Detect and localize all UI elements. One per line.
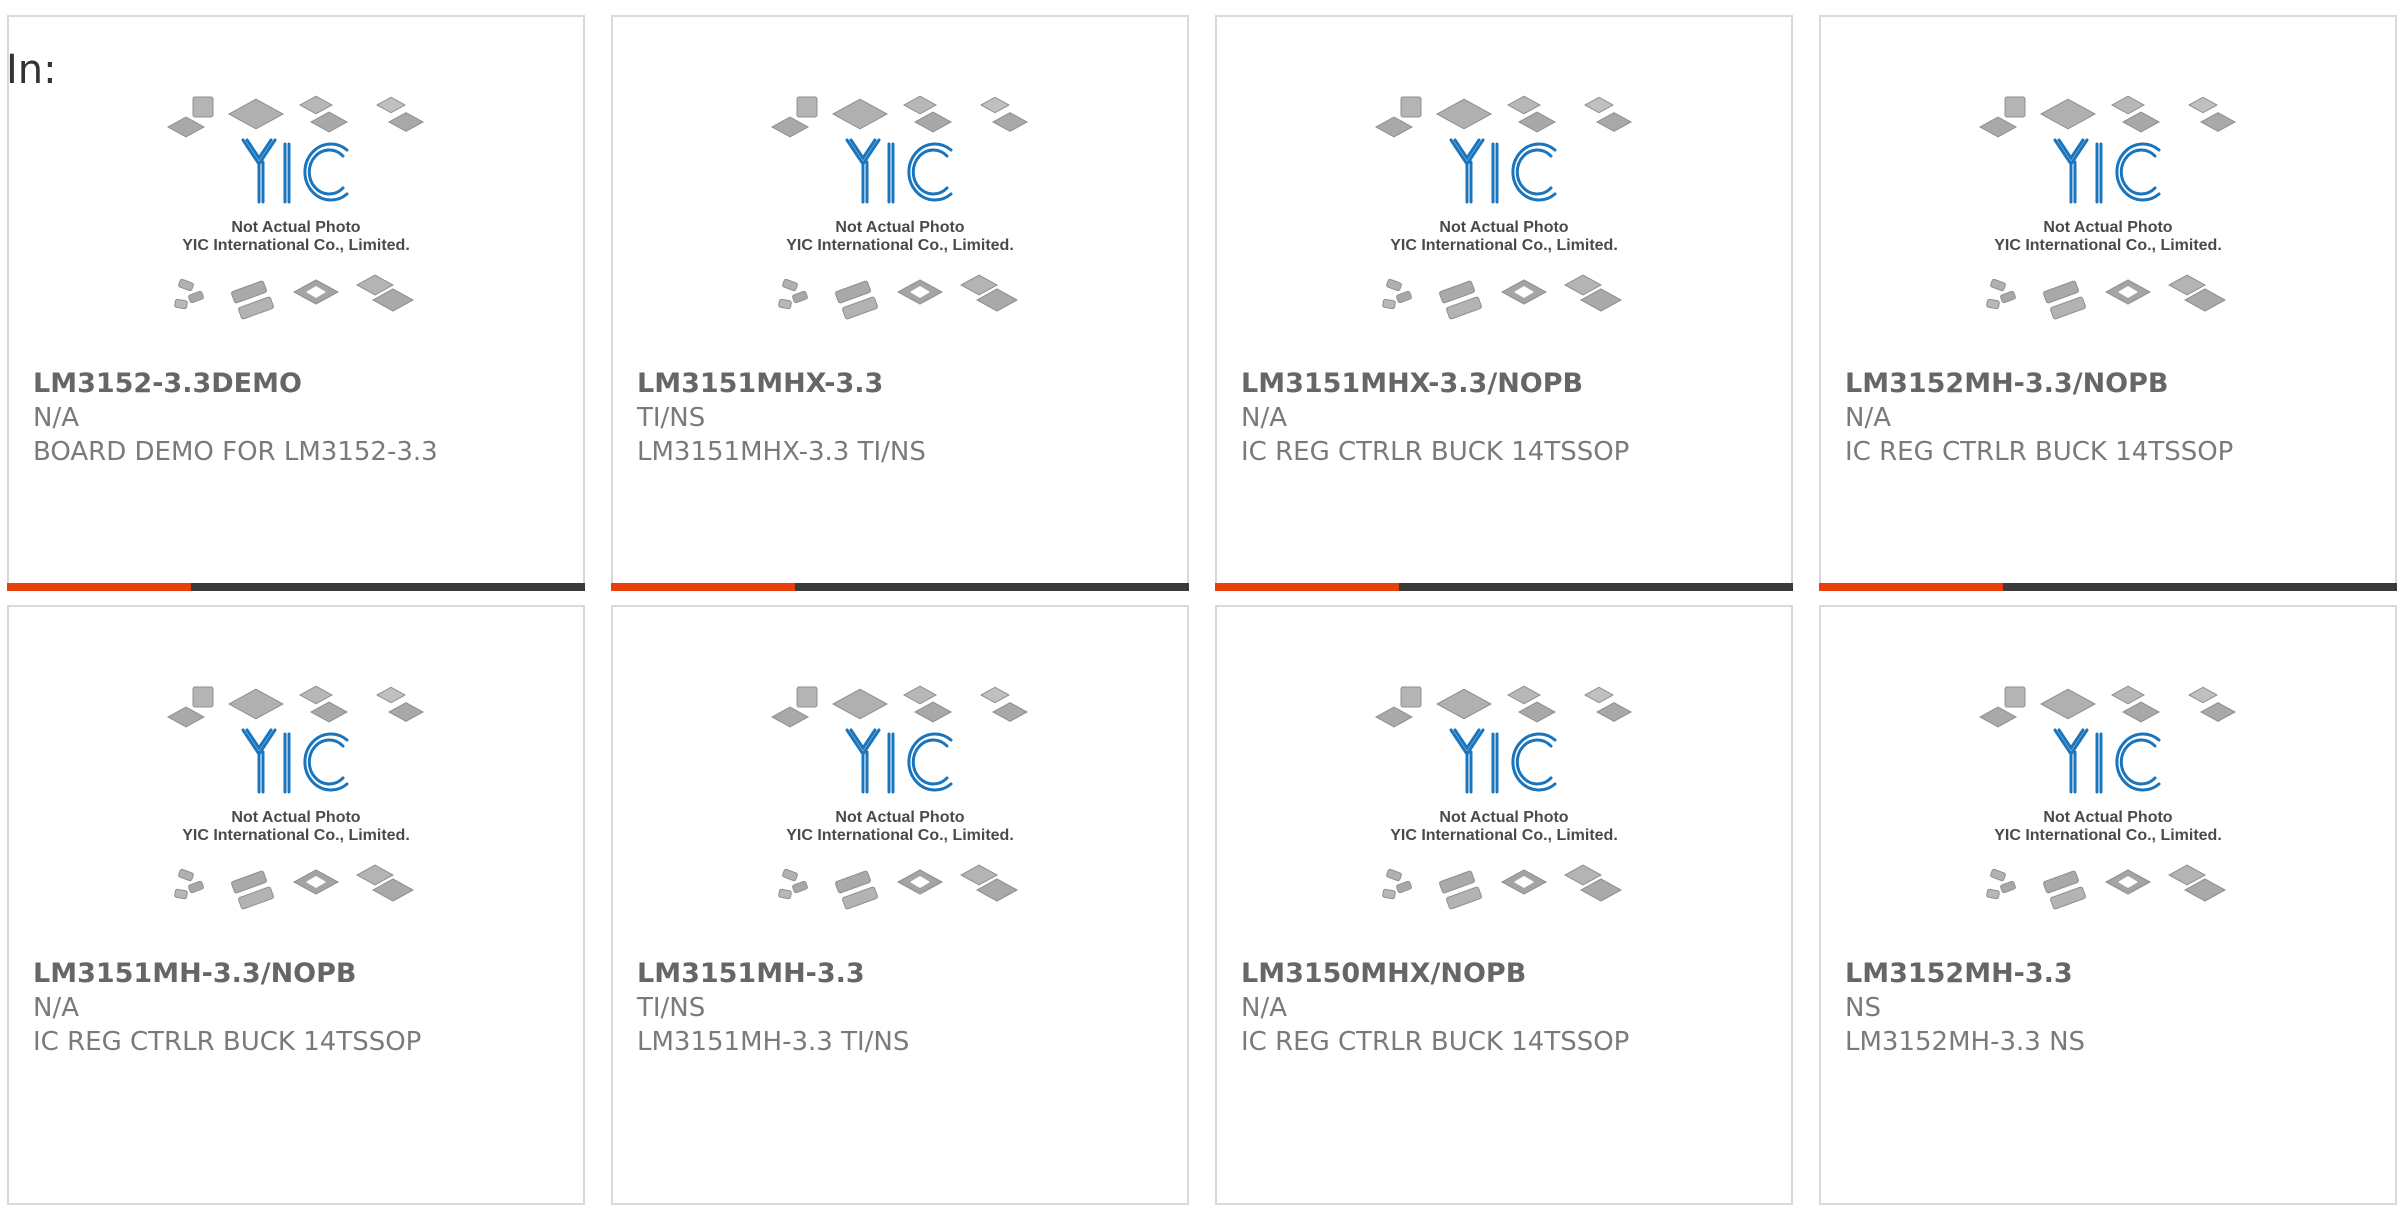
product-description: LM3151MHX-3.3 TI/NS xyxy=(637,437,926,467)
card-bottom-bar xyxy=(1819,583,2397,591)
not-actual-photo-image: YIC Not Actual PhotoYIC International Co.… xyxy=(1374,95,1633,320)
product-description: IC REG CTRLR BUCK 14TSSOP xyxy=(1241,1027,1630,1057)
thumbnail-logo-text: YIC xyxy=(1502,766,1506,768)
product-description: BOARD DEMO FOR LM3152-3.3 xyxy=(33,437,438,467)
thumbnail-line1: Not Actual Photo xyxy=(231,809,360,826)
thumbnail-line1: Not Actual Photo xyxy=(2043,809,2172,826)
product-card[interactable]: YIC Not Actual Photo YIC International Co.… xyxy=(7,15,585,591)
product-card[interactable]: YIC Not Actual Photo YIC International Co.… xyxy=(1215,605,1793,1205)
product-manufacturer: N/A xyxy=(1241,993,1287,1023)
thumbnail-line1: Not Actual Photo xyxy=(231,219,360,236)
card-bar-accent xyxy=(1819,583,2003,591)
thumbnail-line1: Not Actual Photo xyxy=(2043,219,2172,236)
product-thumbnail[interactable]: YIC Not Actual Photo YIC International Co.… xyxy=(9,682,583,952)
product-card[interactable]: YIC Not Actual Photo YIC International Co.… xyxy=(1819,605,2397,1205)
product-thumbnail[interactable]: YIC Not Actual Photo YIC International Co.… xyxy=(1821,92,2395,362)
thumbnail-line2: YIC International Co., Limited. xyxy=(182,237,410,254)
product-description: IC REG CTRLR BUCK 14TSSOP xyxy=(1845,437,2234,467)
thumbnail-line2: YIC International Co., Limited. xyxy=(786,827,1014,844)
thumbnail-line2: YIC International Co., Limited. xyxy=(1994,237,2222,254)
card-bottom-bar xyxy=(1215,583,1793,591)
product-card[interactable]: YIC Not Actual Photo YIC International Co.… xyxy=(7,605,585,1205)
product-description: IC REG CTRLR BUCK 14TSSOP xyxy=(1241,437,1630,467)
thumbnail-line1: Not Actual Photo xyxy=(835,219,964,236)
product-card[interactable]: YIC Not Actual Photo YIC International Co.… xyxy=(1819,15,2397,591)
product-part-number[interactable]: LM3151MHX-3.3/NOPB xyxy=(1241,367,1781,401)
product-manufacturer: N/A xyxy=(1845,403,1891,433)
product-description: LM3151MH-3.3 TI/NS xyxy=(637,1027,910,1057)
thumbnail-logo-text: YIC xyxy=(294,766,298,768)
product-part-number[interactable]: LM3151MH-3.3/NOPB xyxy=(33,957,573,991)
card-bar-accent xyxy=(1215,583,1399,591)
thumbnail-line2: YIC International Co., Limited. xyxy=(1994,827,2222,844)
product-manufacturer: TI/NS xyxy=(637,403,706,433)
product-thumbnail[interactable]: YIC Not Actual Photo YIC International Co.… xyxy=(1217,92,1791,362)
card-bar-accent xyxy=(611,583,795,591)
product-thumbnail[interactable]: YIC Not Actual Photo YIC International Co.… xyxy=(613,682,1187,952)
product-manufacturer: TI/NS xyxy=(637,993,706,1023)
not-actual-photo-image: YIC Not Actual PhotoYIC International Co.… xyxy=(1374,685,1633,910)
not-actual-photo-image: YIC Not Actual PhotoYIC International Co.… xyxy=(1978,95,2237,320)
thumbnail-logo-text: YIC xyxy=(1502,176,1506,178)
product-part-number[interactable]: LM3152MH-3.3 xyxy=(1845,957,2385,991)
product-part-number[interactable]: LM3152-3.3DEMO xyxy=(33,367,573,401)
product-thumbnail[interactable]: YIC Not Actual Photo YIC International Co.… xyxy=(613,92,1187,362)
product-part-number[interactable]: LM3151MH-3.3 xyxy=(637,957,1177,991)
not-actual-photo-image: YIC Not Actual PhotoYIC International Co.… xyxy=(1978,685,2237,910)
product-description: IC REG CTRLR BUCK 14TSSOP xyxy=(33,1027,422,1057)
thumbnail-line2: YIC International Co., Limited. xyxy=(1390,237,1618,254)
product-thumbnail[interactable]: YIC Not Actual Photo YIC International Co.… xyxy=(1821,682,2395,952)
thumbnail-logo-text: YIC xyxy=(898,766,902,768)
card-bottom-bar xyxy=(611,583,1189,591)
thumbnail-line2: YIC International Co., Limited. xyxy=(182,827,410,844)
product-part-number[interactable]: LM3152MH-3.3/NOPB xyxy=(1845,367,2385,401)
thumbnail-logo-text: YIC xyxy=(898,176,902,178)
thumbnail-logo-text: YIC xyxy=(294,176,298,178)
product-card[interactable]: YIC Not Actual Photo YIC International Co.… xyxy=(611,605,1189,1205)
thumbnail-line2: YIC International Co., Limited. xyxy=(1390,827,1618,844)
thumbnail-line1: Not Actual Photo xyxy=(1439,809,1568,826)
thumbnail-line1: Not Actual Photo xyxy=(835,809,964,826)
product-part-number[interactable]: LM3150MHX/NOPB xyxy=(1241,957,1781,991)
thumbnail-line1: Not Actual Photo xyxy=(1439,219,1568,236)
thumbnail-logo-text: YIC xyxy=(2106,766,2110,768)
product-part-number[interactable]: LM3151MHX-3.3 xyxy=(637,367,1177,401)
not-actual-photo-image: YIC Not Actual PhotoYIC International Co.… xyxy=(166,685,425,910)
product-manufacturer: N/A xyxy=(33,993,79,1023)
card-bottom-bar xyxy=(7,583,585,591)
product-manufacturer: N/A xyxy=(33,403,79,433)
product-card[interactable]: YIC Not Actual Photo YIC International Co.… xyxy=(611,15,1189,591)
product-card[interactable]: YIC Not Actual Photo YIC International Co.… xyxy=(1215,15,1793,591)
product-manufacturer: NS xyxy=(1845,993,1881,1023)
not-actual-photo-image: YIC Not Actual PhotoYIC International Co.… xyxy=(770,95,1029,320)
card-bar-accent xyxy=(7,583,191,591)
not-actual-photo-image: YIC Not Actual PhotoYIC International Co.… xyxy=(166,95,425,320)
product-thumbnail[interactable]: YIC Not Actual Photo YIC International Co.… xyxy=(1217,682,1791,952)
thumbnail-line2: YIC International Co., Limited. xyxy=(786,237,1014,254)
product-manufacturer: N/A xyxy=(1241,403,1287,433)
product-description: LM3152MH-3.3 NS xyxy=(1845,1027,2086,1057)
thumbnail-logo-text: YIC xyxy=(2106,176,2110,178)
not-actual-photo-image: YIC Not Actual PhotoYIC International Co.… xyxy=(770,685,1029,910)
product-thumbnail[interactable]: YIC Not Actual Photo YIC International Co.… xyxy=(9,92,583,362)
filter-label: In: xyxy=(6,47,57,93)
